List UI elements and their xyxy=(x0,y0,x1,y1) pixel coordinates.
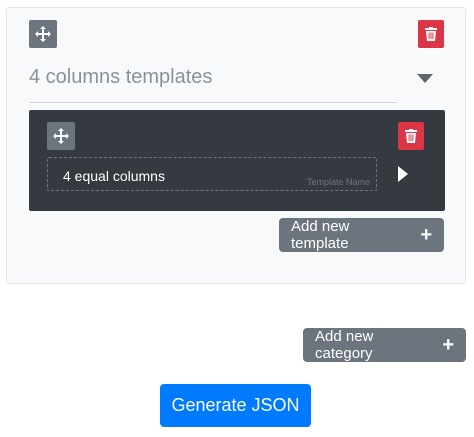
template-move-handle[interactable] xyxy=(47,122,75,150)
arrows-move-icon xyxy=(35,26,51,42)
category-move-handle[interactable] xyxy=(29,20,57,48)
template-name-label: Template Name xyxy=(306,177,370,187)
caret-down-icon xyxy=(417,74,433,83)
category-title[interactable]: 4 columns templates xyxy=(29,65,397,103)
template-name-value[interactable]: 4 equal columns xyxy=(63,168,165,184)
expand-toggle[interactable] xyxy=(397,166,409,182)
template-delete-button[interactable] xyxy=(398,122,424,150)
plus-icon: + xyxy=(420,224,432,246)
template-card: 4 equal columns Template Name xyxy=(29,110,445,211)
category-card: 4 columns templates 4 equal columns Temp… xyxy=(6,7,466,284)
add-category-label: Add new category xyxy=(315,328,374,362)
collapse-toggle[interactable] xyxy=(416,72,434,84)
add-template-label: Add new template xyxy=(291,218,350,252)
add-category-button[interactable]: Add new category + xyxy=(303,328,466,362)
generate-json-button[interactable]: Generate JSON xyxy=(160,384,311,427)
add-template-button[interactable]: Add new template + xyxy=(279,218,444,252)
category-delete-button[interactable] xyxy=(418,20,444,48)
arrows-move-icon xyxy=(53,128,69,144)
template-name-field[interactable]: 4 equal columns Template Name xyxy=(47,157,377,191)
trash-icon xyxy=(425,27,437,41)
trash-icon xyxy=(405,129,417,143)
plus-icon: + xyxy=(442,334,454,356)
caret-right-icon xyxy=(398,166,408,182)
